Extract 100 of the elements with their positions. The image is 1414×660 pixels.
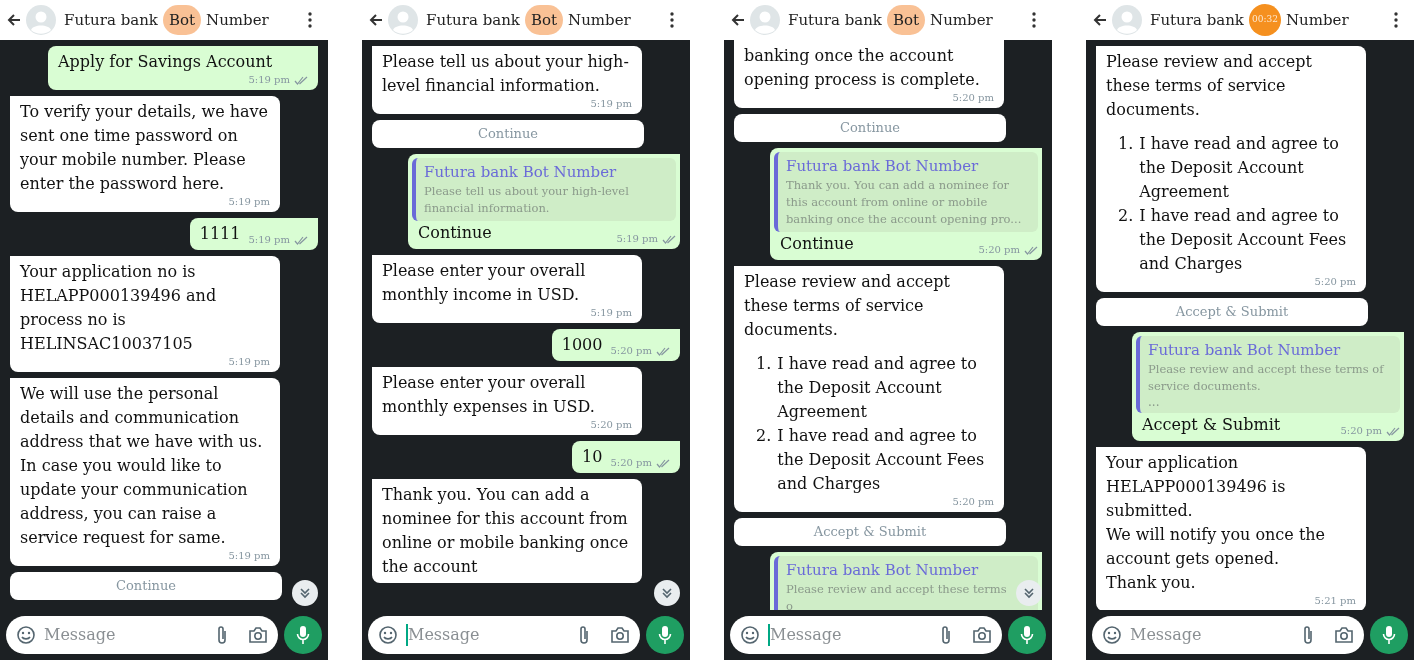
mic-button[interactable] (1370, 616, 1408, 654)
timestamp: 5:21 pm (1314, 595, 1356, 607)
message-text: 10 (582, 446, 603, 468)
chat-button[interactable]: Continue (372, 120, 644, 148)
message-text: Please enter your overall monthly income in USD. (382, 260, 587, 306)
message-text: Accept & Submit (1141, 414, 1282, 436)
message-text: Apply for Savings Account (58, 51, 273, 73)
double-chevron-icon (299, 587, 311, 599)
chat-button[interactable]: Accept & Submit (1096, 298, 1368, 326)
menu-icon[interactable] (308, 12, 312, 28)
back-arrow-icon[interactable] (6, 12, 22, 28)
list-item: 1. I have read and agree to the Deposit Account Agreement (1118, 133, 1340, 203)
timestamp: 5:20 pm (978, 244, 1020, 256)
timestamp: 5:20 pm (1340, 425, 1382, 437)
chat-title: Bot (162, 4, 202, 36)
message-text: 1111 (199, 223, 241, 245)
chat-title: Futura bank (64, 9, 158, 31)
chat-title: Futura bank (426, 9, 520, 31)
timestamp: 5:20 pm (590, 419, 632, 431)
quote-text: Please review and accept these terms of service documents. (1148, 361, 1386, 395)
timestamp: 5:19 pm (616, 233, 658, 245)
mic-icon (296, 625, 310, 645)
message-text: Continue (779, 233, 855, 255)
timestamp: 5:19 pm (228, 550, 270, 562)
chat-button[interactable]: Continue (10, 572, 282, 600)
timestamp: 5:19 pm (590, 307, 632, 319)
avatar-icon (1112, 5, 1142, 35)
chat-title: Number (568, 9, 631, 31)
emoji-icon[interactable] (16, 625, 36, 645)
quote-sender: Futura bank Bot Number (1148, 340, 1342, 361)
paperclip-icon[interactable] (216, 625, 228, 645)
message-text: 1000 (561, 334, 603, 356)
chat-button[interactable]: Continue (734, 114, 1006, 142)
message-field[interactable]: Message (1092, 616, 1364, 654)
chat-button[interactable]: Accept & Submit (734, 518, 1006, 546)
chat-title: Number (1285, 9, 1349, 31)
avatar-icon (388, 5, 418, 35)
message-field[interactable]: Message (368, 616, 640, 654)
mic-button[interactable] (646, 616, 684, 654)
menu-icon[interactable] (1394, 12, 1398, 28)
chat-title: Number (930, 9, 993, 31)
double-chevron-icon (661, 587, 673, 599)
double-check-icon (662, 234, 676, 244)
timer-badge: 00:32 (1248, 4, 1281, 36)
mic-icon (658, 625, 672, 645)
chat-title: Bot (524, 4, 564, 36)
scroll-down-button[interactable] (654, 580, 680, 606)
chat-title: Number (206, 9, 269, 31)
message-text: Thank you. You can add a nominee for this account from online or mobile banking once the account (382, 484, 630, 578)
emoji-icon[interactable] (740, 625, 760, 645)
mic-button[interactable] (284, 616, 322, 654)
message-field[interactable]: Message (6, 616, 278, 654)
paperclip-icon[interactable] (578, 625, 590, 645)
quote-sender: Futura bank Bot Number (424, 162, 618, 183)
mic-icon (1382, 625, 1396, 645)
message-text: Thank you. (1106, 572, 1197, 594)
list-item: 2. I have read and agree to the Deposit Account Fees and Charges (1118, 205, 1348, 275)
menu-icon[interactable] (670, 12, 674, 28)
quote-sender: Futura bank Bot Number (786, 560, 980, 581)
message-text: Your application HELAPP000139496 is submitted. (1106, 452, 1287, 522)
list-item: 2. I have read and agree to the Deposit Account Fees and Charges (756, 425, 986, 495)
paperclip-icon[interactable] (940, 625, 952, 645)
message-field[interactable]: Message (730, 616, 1002, 654)
chat-title: Bot (886, 4, 926, 36)
quote-text: Thank you. You can add a nominee for this account from online or mobile banking once the account opening pro... (786, 177, 1023, 228)
quote-text: Please review and accept these terms o (786, 581, 1008, 610)
menu-icon[interactable] (1032, 12, 1036, 28)
timestamp: 5:19 pm (248, 234, 290, 246)
chat-title: Futura bank (1150, 9, 1244, 31)
paperclip-icon[interactable] (1302, 625, 1314, 645)
timestamp: 5:19 pm (590, 98, 632, 110)
message-text: Please review and accept these terms of service documents. (1106, 51, 1313, 121)
emoji-icon[interactable] (1102, 625, 1122, 645)
camera-icon[interactable] (1334, 626, 1354, 644)
message-text: We will notify you once the account gets opened. (1106, 524, 1327, 570)
timestamp: 5:19 pm (248, 74, 290, 86)
timestamp: 5:20 pm (952, 496, 994, 508)
avatar-icon (750, 5, 780, 35)
mic-button[interactable] (1008, 616, 1046, 654)
timestamp: 5:20 pm (610, 457, 652, 469)
back-arrow-icon[interactable] (1092, 12, 1108, 28)
message-text: Please review and accept these terms of service documents. (744, 271, 951, 341)
camera-icon[interactable] (610, 626, 630, 644)
message-text: Please tell us about your high-level financial information. (382, 51, 630, 97)
camera-icon[interactable] (972, 626, 992, 644)
camera-icon[interactable] (248, 626, 268, 644)
double-chevron-icon (1023, 587, 1035, 599)
timestamp: 5:19 pm (228, 196, 270, 208)
double-check-icon (656, 458, 670, 468)
quote-text: Please tell us about your high-level financial information. (424, 183, 630, 217)
scroll-down-button[interactable] (292, 580, 318, 606)
double-check-icon (294, 235, 308, 245)
timestamp: 5:19 pm (228, 356, 270, 368)
double-check-icon (1386, 426, 1400, 436)
back-arrow-icon[interactable] (368, 12, 384, 28)
list-item: 1. I have read and agree to the Deposit Account Agreement (756, 353, 978, 423)
back-arrow-icon[interactable] (730, 12, 746, 28)
message-text: We will use the personal details and communication address that we have with us. In case you would like to update your communication address, you can raise a service request for same. (20, 383, 264, 549)
timestamp: 5:20 pm (1314, 276, 1356, 288)
emoji-icon[interactable] (378, 625, 398, 645)
